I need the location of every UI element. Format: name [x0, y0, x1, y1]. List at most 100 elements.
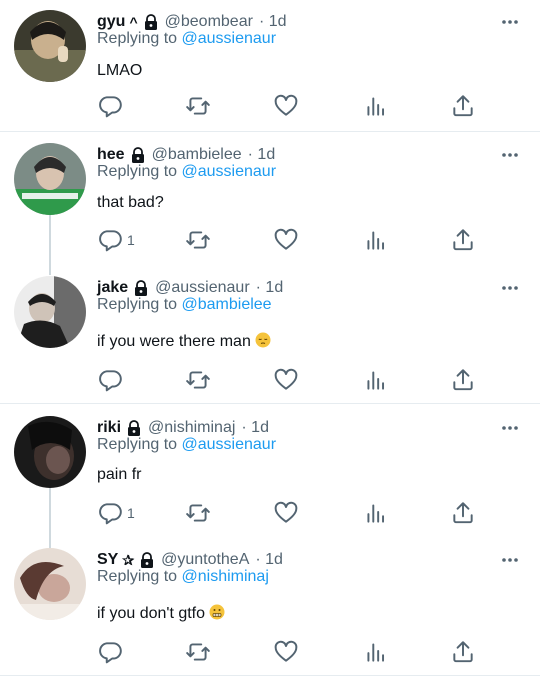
lock-icon: [126, 420, 142, 436]
retweet-button[interactable]: [185, 227, 211, 253]
name-symbol: ✰: [122, 551, 135, 568]
avatar[interactable]: [14, 10, 86, 82]
handle[interactable]: @bambielee: [152, 146, 242, 164]
grimacing-face-icon: [209, 604, 225, 620]
retweet-button[interactable]: [185, 500, 211, 526]
replying-prefix: Replying to: [97, 30, 182, 47]
more-icon[interactable]: [500, 552, 520, 568]
replying-prefix: Replying to: [97, 296, 182, 313]
like-button[interactable]: [273, 500, 299, 526]
timestamp[interactable]: · 1d: [259, 13, 287, 31]
views-button[interactable]: [363, 639, 389, 665]
heart-icon: [274, 640, 298, 662]
handle[interactable]: @nishiminaj: [148, 419, 235, 437]
retweet-icon: [186, 371, 210, 389]
replying-prefix: Replying to: [97, 568, 182, 585]
display-name[interactable]: riki: [97, 419, 121, 437]
reply-icon: [99, 230, 122, 252]
display-name[interactable]: hee: [97, 146, 125, 164]
replying-to: Replying to @bambielee: [97, 296, 272, 314]
replying-to: Replying to @nishiminaj: [97, 568, 269, 586]
views-icon: [367, 371, 385, 390]
tweet-text: pain fr: [97, 466, 142, 483]
reply-button[interactable]: [97, 639, 127, 665]
reply-count: 1: [127, 232, 135, 248]
more-icon[interactable]: [500, 280, 520, 296]
tweet[interactable]: hee @bambielee · 1d Replying to @aussien…: [0, 143, 540, 263]
share-button[interactable]: [450, 93, 476, 119]
views-button[interactable]: [363, 227, 389, 253]
heart-icon: [274, 501, 298, 523]
avatar[interactable]: [14, 276, 86, 348]
tweet[interactable]: SY ✰ @yuntotheA · 1d Replying to @nishim…: [0, 548, 540, 670]
lock-icon: [143, 14, 159, 30]
views-icon: [367, 643, 385, 662]
retweet-icon: [186, 97, 210, 115]
share-icon: [453, 641, 473, 663]
share-button[interactable]: [450, 500, 476, 526]
action-bar: [97, 367, 487, 393]
avatar[interactable]: [14, 548, 86, 620]
reply-icon: [99, 96, 122, 118]
tweet[interactable]: riki @nishiminaj · 1d Replying to @aussi…: [0, 416, 540, 536]
retweet-button[interactable]: [185, 367, 211, 393]
lock-icon: [139, 552, 155, 568]
share-button[interactable]: [450, 639, 476, 665]
replying-prefix: Replying to: [97, 436, 182, 453]
share-button[interactable]: [450, 227, 476, 253]
tweet-text: if you were there man: [97, 332, 271, 351]
retweet-button[interactable]: [185, 639, 211, 665]
replying-to: Replying to @aussienaur: [97, 30, 276, 48]
views-icon: [367, 504, 385, 523]
mention-link[interactable]: @aussienaur: [182, 436, 277, 453]
mention-link[interactable]: @nishiminaj: [182, 568, 269, 585]
share-button[interactable]: [450, 367, 476, 393]
handle[interactable]: @aussienaur: [155, 279, 250, 297]
replying-to: Replying to @aussienaur: [97, 436, 276, 454]
lock-icon: [133, 280, 149, 296]
display-name[interactable]: jake: [97, 279, 128, 297]
reply-button[interactable]: [97, 367, 127, 393]
avatar[interactable]: [14, 416, 86, 488]
views-icon: [367, 231, 385, 250]
display-name[interactable]: SY: [97, 551, 118, 569]
like-button[interactable]: [273, 639, 299, 665]
pensive-face-icon: [255, 332, 271, 348]
views-button[interactable]: [363, 367, 389, 393]
handle[interactable]: @yuntotheA: [161, 551, 249, 569]
handle[interactable]: @beombear: [165, 13, 253, 31]
replying-to: Replying to @aussienaur: [97, 163, 276, 181]
avatar[interactable]: [14, 143, 86, 215]
reply-icon: [99, 370, 122, 392]
mention-link[interactable]: @aussienaur: [182, 30, 277, 47]
display-name[interactable]: gyu: [97, 13, 125, 31]
reply-count: 1: [127, 505, 135, 521]
like-button[interactable]: [273, 93, 299, 119]
more-icon[interactable]: [500, 147, 520, 163]
reply-button[interactable]: 1: [97, 500, 135, 526]
retweet-icon: [186, 643, 210, 661]
divider: [0, 403, 540, 404]
like-button[interactable]: [273, 227, 299, 253]
mention-link[interactable]: @bambielee: [182, 296, 272, 313]
timestamp[interactable]: · 1d: [256, 279, 284, 297]
reply-button[interactable]: [97, 93, 127, 119]
heart-icon: [274, 94, 298, 116]
views-button[interactable]: [363, 93, 389, 119]
retweet-button[interactable]: [185, 93, 211, 119]
timestamp[interactable]: · 1d: [248, 146, 276, 164]
reply-icon: [99, 642, 122, 664]
timestamp[interactable]: · 1d: [241, 419, 269, 437]
reply-button[interactable]: 1: [97, 227, 135, 253]
tweet-text: LMAO: [97, 62, 143, 79]
views-button[interactable]: [363, 500, 389, 526]
more-icon[interactable]: [500, 14, 520, 30]
like-button[interactable]: [273, 367, 299, 393]
mention-link[interactable]: @aussienaur: [182, 163, 277, 180]
tweet[interactable]: gyu ^ @beombear · 1d Replying to @aussie…: [0, 10, 540, 130]
tweet-text: that bad?: [97, 194, 164, 211]
more-icon[interactable]: [500, 420, 520, 436]
timestamp[interactable]: · 1d: [255, 551, 283, 569]
tweet-text-content: if you were there man: [97, 333, 251, 350]
tweet[interactable]: jake @aussienaur · 1d Replying to @bambi…: [0, 276, 540, 396]
